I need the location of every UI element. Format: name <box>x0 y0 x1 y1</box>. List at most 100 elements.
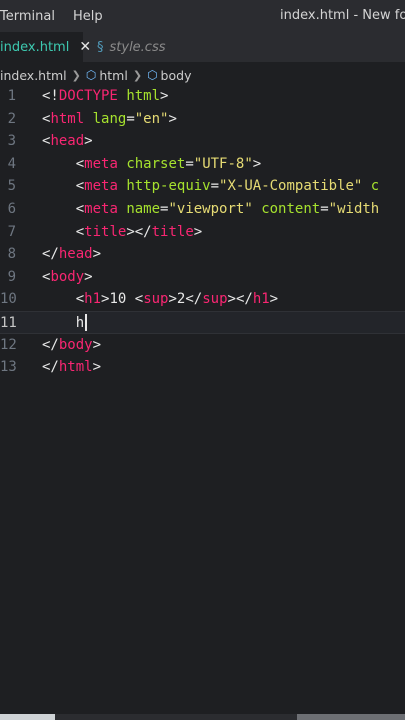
code-token: > <box>193 223 203 240</box>
code-token: </ <box>185 291 203 308</box>
line-number: 3 <box>7 133 16 150</box>
code-token: head <box>58 246 93 263</box>
code-token: = <box>126 110 135 127</box>
line-number: 6 <box>7 200 16 217</box>
code-text: <meta name="viewport" content="width <box>42 198 380 221</box>
code-token: ></ <box>126 223 152 240</box>
code-token: meta <box>84 155 118 172</box>
code-token: > <box>84 133 93 150</box>
code-token: "UTF-8" <box>193 155 253 172</box>
symbol-cube-icon: ⬡ <box>147 68 158 82</box>
code-line[interactable]: 13 </html> <box>0 356 405 379</box>
code-line[interactable]: 11 h <box>0 310 405 335</box>
code-line[interactable]: 1 <!DOCTYPE html> <box>0 85 405 108</box>
tab-bar: index.html ✕ § style.css <box>0 32 405 62</box>
code-token: < <box>75 291 85 308</box>
code-token: = <box>185 155 194 172</box>
code-token: body <box>58 336 93 353</box>
code-token: DOCTYPE <box>58 88 118 104</box>
status-bar-segment <box>297 714 405 720</box>
breadcrumb-file[interactable]: index.html <box>0 68 67 83</box>
line-number: 7 <box>7 223 16 240</box>
code-token: body <box>50 268 85 285</box>
code-token: "en" <box>134 110 169 127</box>
line-number: 4 <box>7 155 16 172</box>
code-token: "viewport" <box>168 200 253 217</box>
code-token: > <box>168 291 177 308</box>
code-text: <meta charset="UTF-8"> <box>42 153 262 176</box>
code-token: content <box>261 200 321 217</box>
code-token: meta <box>84 178 118 195</box>
menu-bar: Terminal Help index.html - New folder <box>0 0 405 32</box>
tab-style-css[interactable]: § style.css <box>83 32 166 62</box>
code-token: http-equiv <box>126 178 211 195</box>
code-line[interactable]: 10 <h1>10 <sup>2</sup></h1> <box>0 288 405 311</box>
code-text: <meta http-equiv="X-UA-Compatible" c <box>42 175 380 198</box>
code-line[interactable]: 9 <body> <box>0 266 405 289</box>
code-text: </head> <box>42 243 101 266</box>
code-token: < <box>134 291 144 308</box>
code-token: </ <box>42 246 59 263</box>
breadcrumb-html[interactable]: html <box>99 68 127 83</box>
code-text: h <box>42 312 88 335</box>
line-number: 2 <box>7 110 16 127</box>
code-line[interactable]: 6 <meta name="viewport" content="width <box>0 198 405 221</box>
code-editor[interactable]: 1 <!DOCTYPE html> 2 <html lang="en"> 3 <head>… <box>0 85 405 379</box>
code-token: < <box>75 200 85 217</box>
code-text: <body> <box>42 266 93 289</box>
menu-terminal[interactable]: Terminal <box>0 9 55 24</box>
code-text: </body> <box>42 334 101 357</box>
code-text: <head> <box>42 130 93 153</box>
code-token: > <box>168 110 177 127</box>
code-token: html <box>58 359 93 376</box>
code-line[interactable]: 5 <meta http-equiv="X-UA-Compatible" c <box>0 175 405 198</box>
status-bar-segment <box>0 714 55 720</box>
code-token: c <box>370 178 380 195</box>
code-token: meta <box>84 200 118 217</box>
code-token: html <box>126 88 161 104</box>
code-text: <h1>10 <sup>2</sup></h1> <box>42 288 278 311</box>
breadcrumb-body[interactable]: body <box>161 68 192 83</box>
code-token: > <box>92 246 102 263</box>
code-token: > <box>84 268 93 285</box>
code-line[interactable]: 7 <title></title> <box>0 221 405 244</box>
code-text: </html> <box>42 356 101 379</box>
symbol-cube-icon: ⬡ <box>85 68 97 82</box>
code-token: charset <box>126 155 186 172</box>
line-number: 9 <box>7 268 16 285</box>
code-token: sup <box>143 291 169 308</box>
code-line[interactable]: 3 <head> <box>0 130 405 153</box>
window-title: index.html - New folder <box>280 8 405 23</box>
menu-help[interactable]: Help <box>73 9 103 24</box>
code-token: </ <box>42 359 59 376</box>
code-token: title <box>84 223 127 240</box>
code-line[interactable]: 12 </body> <box>0 334 405 357</box>
code-token: </ <box>42 336 59 353</box>
code-text: <html lang="en"> <box>42 108 177 131</box>
line-number: 12 <box>0 336 17 353</box>
chevron-right-icon: ❯ <box>132 68 143 82</box>
code-text: <!DOCTYPE html> <box>42 85 168 108</box>
tab-label: style.css <box>109 39 166 55</box>
code-token: 10 <box>109 291 135 308</box>
code-token: > <box>269 291 279 308</box>
code-token: < <box>75 178 85 195</box>
line-number: 10 <box>0 291 17 308</box>
code-token: h <box>75 314 85 331</box>
code-line[interactable]: 2 <html lang="en"> <box>0 108 405 131</box>
code-line[interactable]: 4 <meta charset="UTF-8"> <box>0 153 405 176</box>
code-token: h1 <box>252 291 270 308</box>
code-token: "width <box>328 200 380 217</box>
code-token: "X-UA-Compatible" <box>219 178 363 195</box>
tab-label: index.html <box>0 39 70 55</box>
code-token: > <box>92 359 102 376</box>
code-token: h1 <box>84 291 102 308</box>
tab-index-html[interactable]: index.html ✕ <box>0 32 91 62</box>
code-token: > <box>252 155 262 172</box>
code-token: > <box>92 336 102 353</box>
css-file-icon: § <box>97 39 104 55</box>
chevron-right-icon: ❯ <box>71 68 81 82</box>
code-line[interactable]: 8 </head> <box>0 243 405 266</box>
code-token: head <box>50 133 85 150</box>
